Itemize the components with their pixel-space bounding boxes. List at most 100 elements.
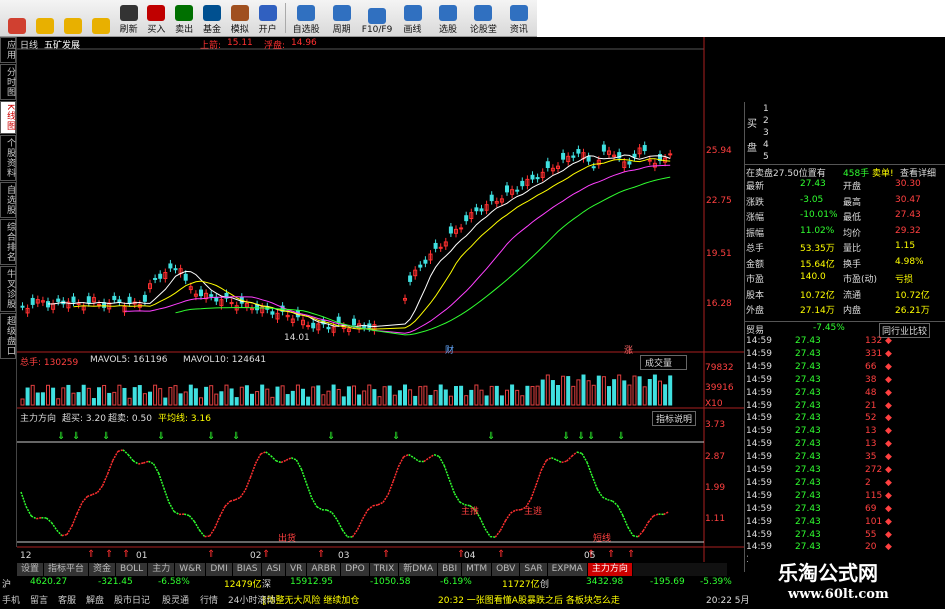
news-ticker-2[interactable]: 20:32 一张图看懂A股暴跌之后 各板块怎么走 — [438, 593, 620, 606]
volume-bar — [352, 385, 356, 406]
quote-field-value: 26.21万 — [895, 306, 930, 316]
left-tab[interactable]: 分时图 — [0, 64, 16, 100]
low-price-label: 14.01 — [284, 333, 310, 343]
indicator-tab[interactable]: ARBR — [307, 563, 342, 576]
f10-icon — [368, 7, 387, 24]
indicator-tab[interactable]: VR — [285, 563, 308, 576]
candle-body — [464, 215, 469, 222]
toolbar-button-buy[interactable]: 买入 — [143, 2, 170, 35]
tick-price: 27.43 — [795, 387, 821, 398]
indicator-tab[interactable]: 设置 — [17, 563, 45, 576]
volume-bar — [372, 389, 377, 406]
toolbar-button-refresh[interactable] — [87, 2, 114, 35]
buy-side-label: 买 — [747, 119, 757, 130]
indicator-tab[interactable]: 主力方向 — [587, 563, 633, 576]
volume-bar — [576, 379, 581, 406]
volume-bar — [301, 388, 305, 406]
left-tab[interactable]: 应用 — [0, 37, 16, 63]
indicator-line-segment — [173, 510, 180, 516]
sell-icon — [175, 4, 194, 21]
status-item[interactable]: 手机 — [2, 593, 20, 606]
event-marker[interactable]: 财 — [445, 343, 454, 356]
indicator-line-segment — [106, 460, 114, 475]
tick-time: 14:59 — [746, 426, 772, 437]
tick-direction-icon: ◆ — [885, 413, 892, 424]
order-alert-link[interactable]: 查看详细 — [900, 166, 936, 179]
indicator-line-segment — [122, 449, 129, 456]
tick-volume: 13 — [865, 439, 877, 450]
status-item[interactable]: 股市日记 — [114, 593, 150, 606]
tick-direction-icon: ◆ — [885, 374, 892, 385]
toolbar-button-hammer[interactable]: 模拟 — [226, 2, 253, 35]
tick-volume: 66 — [865, 361, 877, 372]
cy-index[interactable]: 3432.98 — [586, 577, 623, 587]
toolbar: 刷新 买入 卖出 基金 模拟 开户 自选股 周期 F10/F9 画线 选股 论股堂 资讯 — [0, 0, 537, 37]
quote-panel: 买 盘 在卖盘27.50位置有 458手 卖单! 查看详细 贸易 -7.45% … — [744, 102, 945, 572]
status-item[interactable]: 股灵通 — [162, 593, 189, 606]
indicator-tab[interactable]: BBI — [438, 563, 463, 576]
volume-bar — [520, 395, 525, 406]
status-item[interactable]: 客服 — [58, 593, 76, 606]
sz-index[interactable]: 15912.95 — [290, 577, 333, 587]
left-tab[interactable]: 综合排名 — [0, 218, 16, 265]
left-tab[interactable]: 牛叉诊股 — [0, 265, 16, 312]
toolbar-button-clock[interactable]: 刷新 — [115, 2, 142, 35]
status-item[interactable]: 24小时滚动 — [228, 593, 275, 606]
tick-volume: 35 — [865, 452, 877, 463]
volume-bar — [586, 380, 591, 406]
toolbar-button-star-folder[interactable]: 自选股 — [289, 2, 323, 35]
left-tab[interactable]: 自选股 — [0, 181, 16, 218]
indicator-line-segment — [356, 518, 364, 530]
status-item[interactable]: 解盘 — [86, 593, 104, 606]
toolbar-button-sell[interactable]: 卖出 — [171, 2, 198, 35]
status-item[interactable]: 留言 — [30, 593, 48, 606]
indicator-tab[interactable]: EXPMA — [547, 563, 588, 576]
sh-index[interactable]: 4620.27 — [30, 577, 67, 587]
indicator-tab[interactable]: 主力 — [148, 563, 176, 576]
toolbar-button-info[interactable]: 资讯 — [502, 2, 536, 35]
status-item[interactable]: 行情 — [200, 593, 218, 606]
toolbar-button-f10[interactable]: F10/F9 — [360, 2, 394, 35]
indicator-tab[interactable]: DMI — [206, 563, 233, 576]
indicator-tab[interactable]: DPO — [341, 563, 370, 576]
indicator-tab[interactable]: 指标平台 — [44, 563, 90, 576]
toolbar-button-back-arrow[interactable] — [32, 2, 59, 35]
indicator-tab[interactable]: BIAS — [232, 563, 263, 576]
indicator-tab[interactable]: TRIX — [369, 563, 400, 576]
indicator-tab[interactable]: OBV — [492, 563, 521, 576]
toolbar-button-cycle[interactable]: 周期 — [324, 2, 358, 35]
toolbar-button-select-stock[interactable]: 选股 — [431, 2, 465, 35]
left-tab[interactable]: K线图 — [0, 101, 16, 134]
toolbar-button-grid[interactable] — [4, 2, 31, 35]
news-ticker[interactable]: ‖体整无大风险 继续加仓 — [262, 593, 359, 606]
tick-direction-icon: ◆ — [885, 426, 892, 437]
indicator-tab[interactable]: SAR — [520, 563, 548, 576]
toolbar-button-fund[interactable]: 基金 — [199, 2, 226, 35]
indicator-tab[interactable]: W&R — [175, 563, 207, 576]
indicator-tab[interactable]: MTM — [462, 563, 493, 576]
toolbar-button-draw-line[interactable]: 画线 — [395, 2, 429, 35]
indicator-tab[interactable]: 资金 — [89, 563, 117, 576]
tick-time: 14:59 — [746, 348, 772, 359]
kline-chart[interactable]: ⇓ ⇓ ⇓ ⇓ ⇓ ⇓ ⇓ ⇓ ⇓ ⇓ ⇓ ⇓ ⇓⇑ ⇑ ⇑ ⇑ ⇑ ⇑ ⇑ ⇑ ⇑ ⇑ ⇑ ⇑ — [17, 37, 744, 567]
tick-volume: 2 — [865, 477, 871, 488]
indicator-line-segment — [397, 456, 405, 468]
quote-field-label: 最低 — [843, 213, 862, 223]
indicator-line-segment — [494, 530, 501, 538]
indicator-tab[interactable]: BOLL — [116, 563, 149, 576]
indicator-help-button[interactable]: 指标说明 — [652, 411, 697, 426]
toolbar-button-forum[interactable]: 论股堂 — [466, 2, 500, 35]
left-tab[interactable]: 超级盘口 — [0, 312, 16, 359]
volume-dropdown[interactable]: 成交量 — [640, 355, 688, 370]
period-label[interactable]: 日线 — [20, 38, 38, 51]
event-marker[interactable]: 涨 — [624, 343, 633, 356]
indicator-line-segment — [188, 515, 195, 523]
toolbar-button-updown-arrow[interactable] — [60, 2, 87, 35]
toolbar-button-account[interactable]: 开户 — [254, 2, 281, 35]
left-tab[interactable]: 个股资料 — [0, 134, 16, 181]
indicator-line-segment — [556, 459, 562, 464]
indicator-tab[interactable]: ASI — [262, 563, 286, 576]
indicator-tab[interactable]: 新DMA — [399, 563, 439, 576]
down-label: 浮盘: — [264, 41, 286, 51]
candle-body — [535, 177, 540, 180]
